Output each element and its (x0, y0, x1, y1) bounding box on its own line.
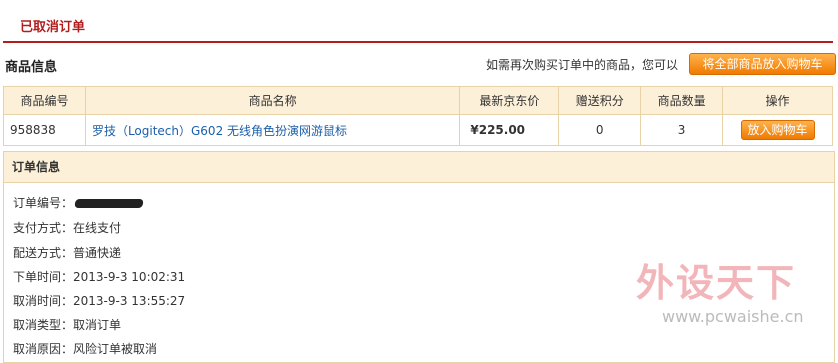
order-field-payment: 支付方式：在线支付 (13, 219, 121, 236)
order-field-cancel-type: 取消类型：取消订单 (13, 316, 121, 333)
product-qty: 3 (640, 114, 724, 146)
page-title-bar: 已取消订单 (3, 9, 833, 43)
col-header-action: 操作 (722, 86, 833, 115)
order-time-label: 下单时间： (13, 270, 74, 284)
payment-label: 支付方式： (13, 221, 74, 235)
order-field-id: 订单编号： (13, 194, 144, 211)
product-section-header: 商品信息 如需再次购买订单中的商品，您可以 将全部商品放入购物车 (3, 48, 836, 80)
col-header-qty: 商品数量 (640, 86, 724, 115)
order-time-value: 2013-9-3 10:02:31 (73, 270, 186, 284)
order-id-label: 订单编号： (13, 196, 74, 210)
product-points: 0 (558, 114, 642, 146)
cancel-time-label: 取消时间： (13, 294, 74, 308)
cancel-reason-value: 风险订单被取消 (73, 342, 158, 356)
cancel-type-value: 取消订单 (73, 318, 122, 332)
col-header-name: 商品名称 (84, 86, 461, 115)
col-header-price: 最新京东价 (459, 86, 560, 115)
cancel-reason-label: 取消原因： (13, 342, 74, 356)
order-field-shipping: 配送方式：普通快递 (13, 244, 121, 261)
order-section-title: 订单信息 (4, 152, 834, 183)
payment-value: 在线支付 (73, 221, 122, 235)
shipping-label: 配送方式： (13, 246, 74, 260)
order-field-cancel-time: 取消时间：2013-9-3 13:55:27 (13, 292, 185, 309)
redacted-order-id (74, 199, 144, 208)
product-section-title: 商品信息 (5, 60, 58, 75)
product-id: 958838 (3, 114, 86, 146)
table-row: 958838 罗技（Logitech）G602 无线角色扮演网游鼠标 ¥225.… (3, 114, 833, 146)
cancel-time-value: 2013-9-3 13:55:27 (73, 294, 186, 308)
product-action-cell: 放入购物车 (722, 114, 833, 146)
order-info-panel: 订单信息 订单编号： 支付方式：在线支付 配送方式：普通快递 下单时间：2013… (3, 151, 835, 363)
add-to-cart-button[interactable]: 放入购物车 (740, 120, 815, 140)
cancel-type-label: 取消类型： (13, 318, 74, 332)
product-name-link[interactable]: 罗技（Logitech）G602 无线角色扮演网游鼠标 (84, 114, 461, 146)
shipping-value: 普通快递 (73, 246, 122, 260)
product-table: 商品编号 商品名称 最新京东价 赠送积分 商品数量 操作 958838 罗技（L… (3, 86, 833, 146)
add-all-to-cart-button[interactable]: 将全部商品放入购物车 (689, 53, 836, 75)
order-field-order-time: 下单时间：2013-9-3 10:02:31 (13, 268, 185, 285)
col-header-points: 赠送积分 (558, 86, 642, 115)
order-field-cancel-reason: 取消原因：风险订单被取消 (13, 340, 157, 357)
col-header-id: 商品编号 (3, 86, 86, 115)
page-title: 已取消订单 (20, 20, 86, 35)
table-header-row: 商品编号 商品名称 最新京东价 赠送积分 商品数量 操作 (3, 86, 833, 115)
rebuy-hint: 如需再次购买订单中的商品，您可以 (486, 58, 679, 72)
product-price: ¥225.00 (459, 114, 560, 146)
